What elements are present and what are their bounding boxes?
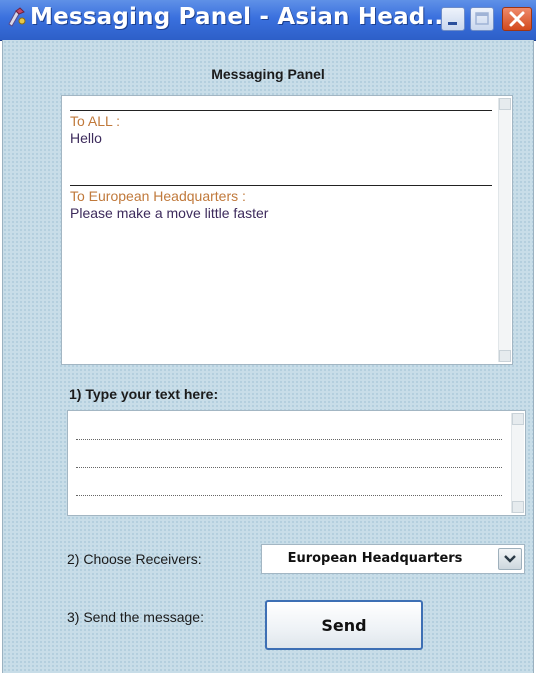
close-button[interactable] [502, 7, 532, 31]
message-history[interactable]: To ALL : Hello To European Headquarters … [61, 95, 513, 365]
chevron-down-icon [504, 555, 516, 563]
minimize-icon [448, 22, 457, 25]
message-item: To European Headquarters : Please make a… [70, 185, 492, 222]
maximize-button[interactable] [470, 7, 494, 31]
scroll-down-icon[interactable] [512, 501, 524, 513]
send-button[interactable]: Send [265, 600, 423, 650]
type-text-label: 1) Type your text here: [69, 386, 219, 402]
message-recipient: To European Headquarters : [70, 188, 246, 204]
receivers-selected-value: European Headquarters [287, 551, 463, 566]
message-item: To ALL : Hello [70, 110, 492, 147]
minimize-button[interactable] [441, 7, 465, 31]
input-line [76, 439, 502, 440]
message-history-scrollbar[interactable] [498, 98, 511, 362]
message-divider [70, 185, 492, 186]
message-input[interactable] [67, 410, 526, 516]
scroll-up-icon[interactable] [512, 413, 524, 425]
messaging-panel: Messaging Panel To ALL : Hello To Europe… [2, 40, 534, 673]
window-title: Messaging Panel - Asian Head... [30, 4, 453, 30]
app-icon[interactable] [6, 6, 28, 28]
message-divider [70, 110, 492, 111]
scroll-up-icon[interactable] [499, 98, 511, 110]
message-text: Hello [70, 130, 102, 146]
send-message-label: 3) Send the message: [67, 609, 204, 625]
choose-receivers-label: 2) Choose Receivers: [67, 551, 202, 567]
message-recipient: To ALL : [70, 113, 121, 129]
messaging-panel-window: Messaging Panel - Asian Head... Messagin… [0, 0, 536, 673]
close-icon [509, 11, 525, 27]
message-input-scrollbar[interactable] [511, 413, 524, 513]
scroll-down-icon[interactable] [499, 350, 511, 362]
input-line [76, 495, 502, 496]
panel-title: Messaging Panel [211, 66, 325, 82]
title-bar[interactable]: Messaging Panel - Asian Head... [0, 0, 536, 41]
message-text: Please make a move little faster [70, 205, 269, 221]
maximize-icon [475, 12, 489, 25]
receivers-dropdown-button[interactable] [498, 548, 522, 570]
receivers-dropdown[interactable]: European Headquarters [261, 544, 525, 574]
input-line [76, 467, 502, 468]
